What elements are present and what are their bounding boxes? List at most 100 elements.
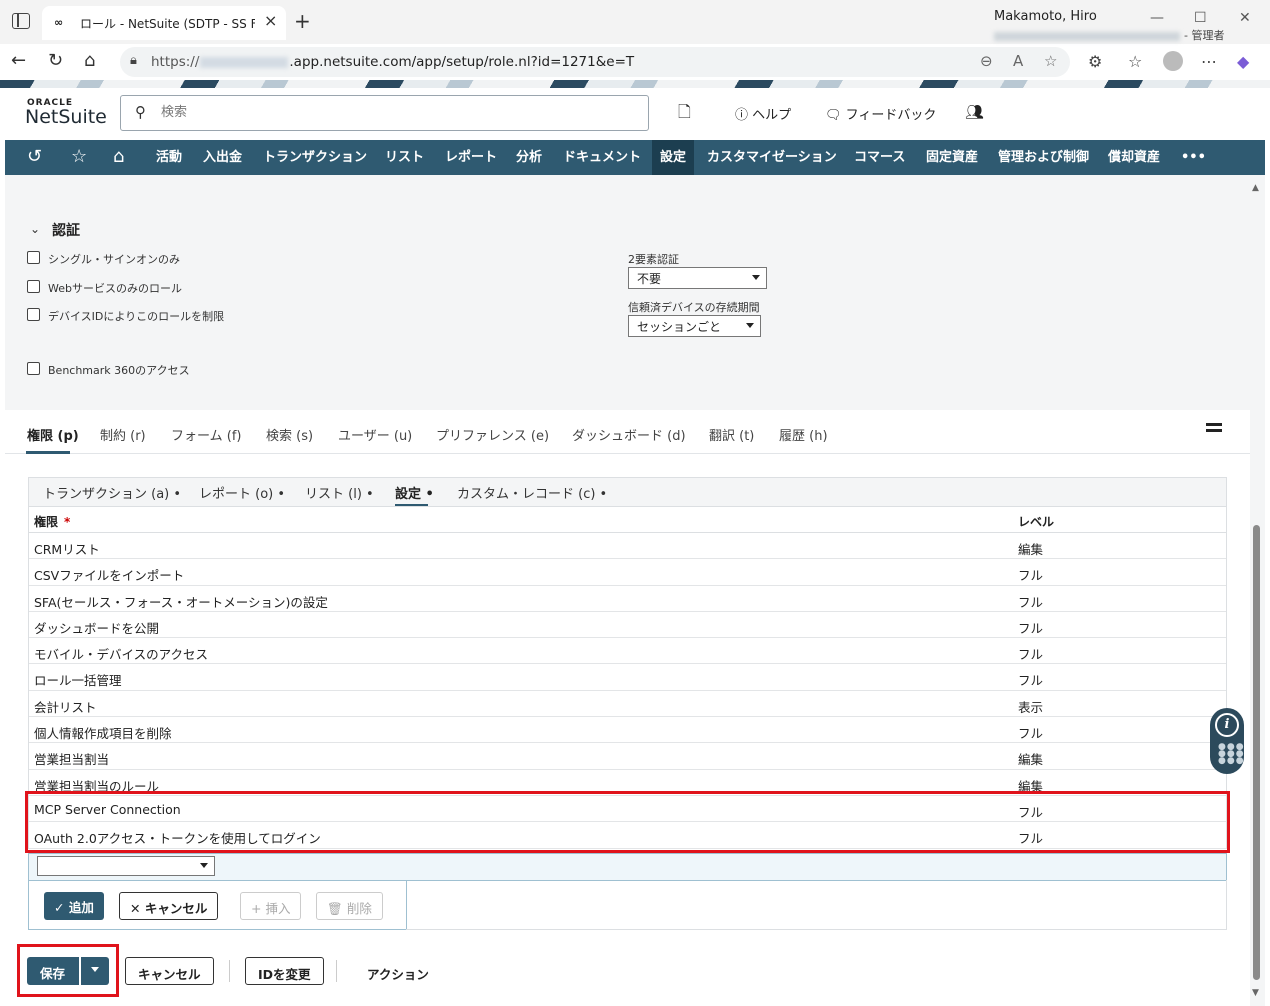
recent-icon[interactable]: ↺ [27,146,42,167]
tab-actions-icon[interactable] [12,13,30,29]
nav-fixed-assets[interactable]: 固定資産 [918,140,986,175]
save-dropdown-button[interactable] [81,957,109,985]
col-permission-header: 権限 * [34,515,71,529]
info-widget[interactable]: i ●●● ●●● ●●● [1210,708,1244,774]
nav-amortization[interactable]: 償却資産 [1100,140,1168,175]
table-row[interactable]: 会計リスト 表示 [29,691,1226,718]
benchmark-checkbox[interactable] [27,362,40,375]
permission-select[interactable] [37,856,215,876]
copilot-icon[interactable]: ◆ [1237,52,1249,71]
favorite-star-icon[interactable]: ☆ [1044,52,1057,70]
favorites-icon[interactable]: ☆ [1128,52,1142,71]
tab-restrictions[interactable]: 制約 (r) [100,425,146,444]
tab-close-icon[interactable]: × [264,11,277,30]
change-id-button[interactable]: IDを変更 [245,957,324,985]
favorites-nav-icon[interactable]: ☆ [71,146,87,167]
level-cell: フル [1018,594,1044,610]
nav-more-icon[interactable]: ••• [1173,140,1214,175]
table-row[interactable]: 営業担当割当 編集 [29,743,1226,770]
save-button[interactable]: 保存 [27,957,79,985]
subtab-reports[interactable]: レポート (o) • [199,483,285,502]
minimize-icon[interactable]: — [1150,10,1164,26]
actions-menu[interactable]: アクション [367,957,429,985]
grid-cancel-button[interactable]: ✕ キャンセル [119,892,219,920]
more-menu-icon[interactable]: ⋯ [1201,52,1217,71]
active-subtab-indicator [395,504,428,506]
add-button[interactable]: ✓ 追加 [44,892,104,920]
nav-customization[interactable]: カスタマイゼーション [699,140,845,175]
table-row[interactable]: ロール一括管理 フル [29,664,1226,691]
insert-button[interactable]: + 挿入 [240,892,302,920]
auth-section-title[interactable]: 認証 [52,220,80,240]
nav-activities[interactable]: 活動 [148,140,190,175]
extensions-icon[interactable]: ⚙ [1088,52,1102,71]
url-field[interactable]: 🔒︎ https://.app.netsuite.com/app/setup/r… [120,47,1070,77]
back-icon[interactable]: ← [11,50,26,71]
subtab-transactions[interactable]: トランザクション (a) • [43,483,181,502]
home-nav-icon[interactable]: ⌂ [113,146,124,167]
help-button[interactable]: ⓘ ヘルプ [735,104,791,123]
info-icon[interactable]: i [1215,713,1239,737]
search-input[interactable] [161,104,621,119]
permission-cell: ロール一括管理 [34,673,122,689]
tab-dashboard[interactable]: ダッシュボード (d) [572,425,686,444]
tab-permissions[interactable]: 権限 (p) [27,425,79,444]
create-document-icon[interactable]: 🗋 [678,101,691,128]
zoom-icon[interactable]: ⊖ [980,52,993,70]
read-aloud-icon[interactable]: A [1013,52,1023,70]
global-search[interactable]: ⚲ [120,95,649,131]
scrollbar-thumb[interactable] [1253,525,1260,980]
ws-only-checkbox[interactable] [27,280,40,293]
scroll-up-icon[interactable]: ▲ [1252,183,1259,193]
nav-transactions[interactable]: トランザクション [255,140,375,175]
delete-button[interactable]: 🗑︎ 削除 [316,892,383,920]
twofa-select[interactable]: 不要 [628,267,767,289]
new-tab-icon[interactable]: + [294,9,311,33]
home-icon[interactable]: ⌂ [84,50,95,71]
level-cell: フル [1018,568,1044,584]
table-row[interactable]: CRMリスト 編集 [29,533,1226,560]
browser-tab[interactable]: ∞ ロール - NetSuite (SDTP - SS FF Pre × [42,6,286,40]
nav-lists[interactable]: リスト [377,140,432,175]
logo-netsuite[interactable]: NetSuite [25,106,107,128]
profile-avatar-icon[interactable] [1163,51,1183,71]
nav-reports[interactable]: レポート [437,140,505,175]
tab-preferences[interactable]: プリファレンス (e) [436,425,549,444]
nav-governance[interactable]: 管理および制御 [990,140,1097,175]
permission-cell: 営業担当割当 [34,752,110,768]
table-row[interactable]: CSVファイルをインポート フル [29,559,1226,586]
user-name[interactable]: Makamoto, Hiro [994,9,1097,24]
device-id-checkbox[interactable] [27,308,40,321]
nav-commerce[interactable]: コマース [846,140,913,175]
window-close-icon[interactable]: ✕ [1239,10,1251,26]
tab-searches[interactable]: 検索 (s) [266,425,313,444]
nav-setup[interactable]: 設定 [652,140,695,175]
grid-footer [406,880,1227,930]
table-row[interactable]: 個人情報作成項目を削除 フル [29,717,1226,744]
subtab-setup[interactable]: 設定 • [395,483,434,502]
nav-analytics[interactable]: 分析 [508,140,550,175]
user-icon[interactable]: 👥︎ [965,103,984,121]
maximize-icon[interactable]: ☐ [1194,10,1207,26]
collapse-chevron-icon[interactable]: ⌄ [30,222,40,236]
subtab-custom-records[interactable]: カスタム・レコード (c) • [457,483,607,502]
trusted-device-select[interactable]: セッションごと [628,315,761,337]
nav-documents[interactable]: ドキュメント [555,140,649,175]
scroll-down-icon[interactable]: ▼ [1252,988,1259,998]
table-row[interactable]: SFA(セールス・フォース・オートメーション)の設定 フル [29,586,1226,612]
subtab-lists[interactable]: リスト (l) • [305,483,374,502]
reload-icon[interactable]: ↻ [48,50,63,71]
feedback-button[interactable]: 🗨︎ フィードバック [825,104,936,123]
tab-history[interactable]: 履歴 (h) [779,425,828,444]
tab-users[interactable]: ユーザー (u) [338,425,412,444]
sso-only-checkbox[interactable] [27,251,40,264]
nav-payments[interactable]: 入出金 [195,140,250,175]
grid-buttons: ✓ 追加 ✕ キャンセル + 挿入 🗑︎ 削除 [28,880,407,930]
tab-forms[interactable]: フォーム (f) [171,425,241,444]
grid-dots-icon[interactable]: ●●● ●●● ●●● [1218,743,1244,766]
table-row[interactable]: モバイル・デバイスのアクセス フル [29,638,1226,665]
table-row[interactable]: ダッシュボードを公開 フル [29,612,1226,639]
tab-translation[interactable]: 翻訳 (t) [709,425,754,444]
tabs-layout-icon[interactable] [1206,423,1222,435]
cancel-button[interactable]: キャンセル [125,957,214,985]
